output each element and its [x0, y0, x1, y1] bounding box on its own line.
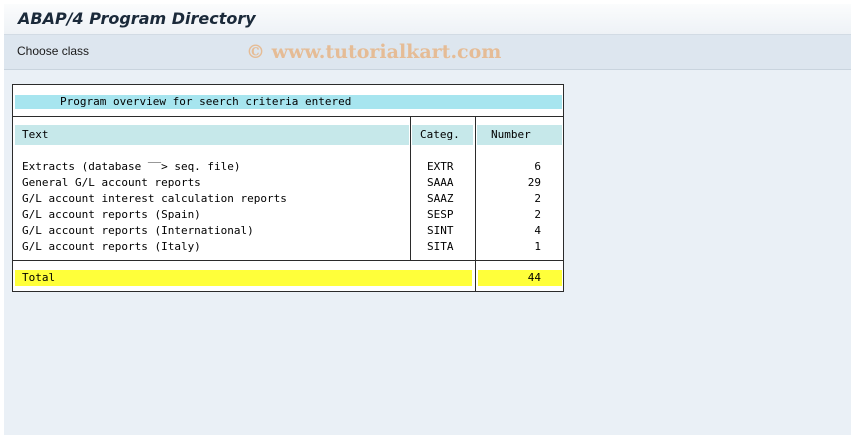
row-text[interactable]: Extracts (database ‾‾> seq. file) — [22, 159, 241, 175]
row-category[interactable]: SAAZ — [427, 191, 454, 207]
row-text[interactable]: G/L account interest calculation reports — [22, 191, 287, 207]
row-number[interactable]: 2 — [479, 191, 541, 207]
window-title: ABAP/4 Program Directory — [18, 9, 256, 28]
row-number[interactable]: 1 — [479, 239, 541, 255]
total-label: Total — [22, 271, 56, 284]
row-category[interactable]: EXTR — [427, 159, 454, 175]
row-category[interactable]: SINT — [427, 223, 454, 239]
row-text[interactable]: G/L account reports (Spain) — [22, 207, 201, 223]
header-band-text — [15, 125, 409, 145]
program-overview-report: Program overview for seerch criteria ent… — [12, 84, 564, 292]
separator-line — [13, 260, 563, 261]
report-heading: Program overview for seerch criteria ent… — [60, 95, 352, 108]
column-divider — [410, 116, 411, 260]
row-text[interactable]: G/L account reports (Italy) — [22, 239, 201, 255]
watermark: © www.tutorialkart.com — [246, 41, 502, 63]
row-number[interactable]: 29 — [479, 175, 541, 191]
total-value: 44 — [527, 271, 541, 284]
row-category[interactable]: SAAA — [427, 175, 454, 191]
row-text[interactable]: General G/L account reports — [22, 175, 201, 191]
row-category[interactable]: SESP — [427, 207, 454, 223]
column-divider — [475, 260, 476, 291]
separator-line — [13, 116, 563, 117]
title-bar: ABAP/4 Program Directory — [4, 4, 851, 35]
row-category[interactable]: SITA — [427, 239, 454, 255]
column-header-number: Number — [491, 128, 531, 141]
total-label-band — [15, 270, 472, 286]
row-number[interactable]: 4 — [479, 223, 541, 239]
row-number[interactable]: 6 — [479, 159, 541, 175]
choose-class-button[interactable]: Choose class — [17, 44, 89, 58]
row-text[interactable]: G/L account reports (International) — [22, 223, 254, 239]
application-toolbar: Choose class © www.tutorialkart.com — [4, 35, 851, 70]
column-header-category: Categ. — [420, 128, 460, 141]
column-divider — [475, 116, 476, 260]
report-heading-band: Program overview for seerch criteria ent… — [15, 95, 562, 109]
row-number[interactable]: 2 — [479, 207, 541, 223]
column-header-text: Text — [22, 128, 49, 141]
app-window: ABAP/4 Program Directory Choose class © … — [4, 4, 851, 435]
